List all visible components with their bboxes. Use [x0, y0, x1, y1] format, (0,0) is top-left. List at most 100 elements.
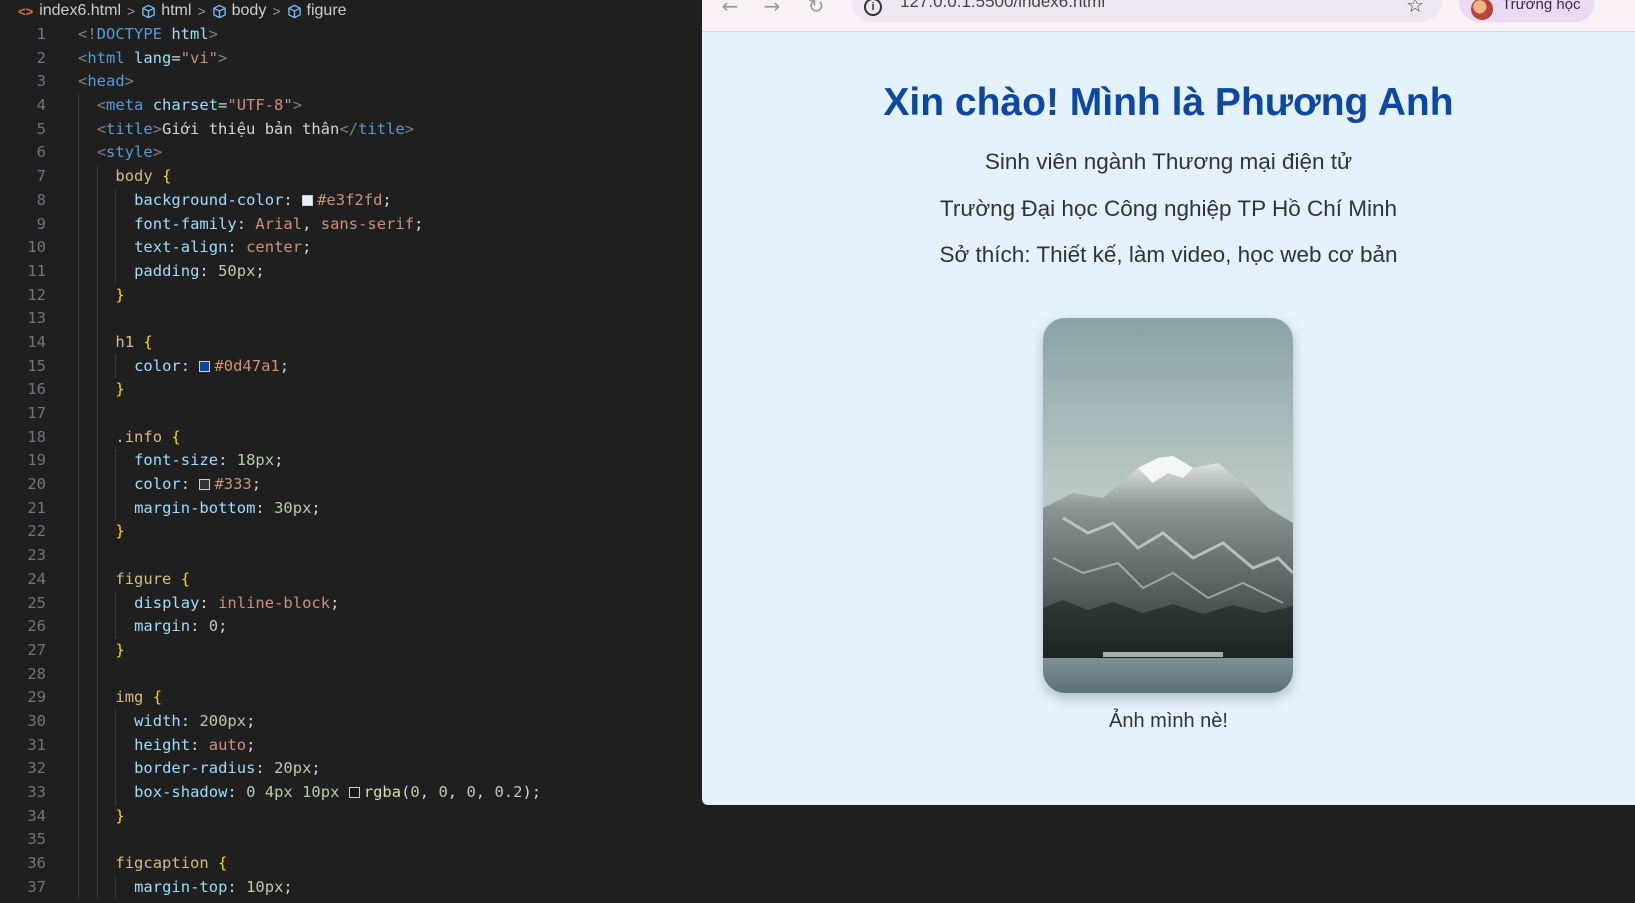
code-text: <html lang="vi"> [78, 47, 227, 71]
code-text: } [115, 378, 124, 402]
forward-arrow-icon[interactable]: → [760, 0, 784, 18]
code-token: < [96, 143, 107, 162]
code-line[interactable]: 9 font-family: Arial, sans-serif; [0, 212, 702, 237]
code-line[interactable]: 20 color: #333; [0, 473, 702, 497]
code-text: box-shadow: 0 4px 10px rgba(0, 0, 0, 0.2… [134, 781, 541, 805]
code-line[interactable]: 24 figure { [0, 567, 702, 592]
code-editor[interactable]: <> index6.html > html > body > figure 1 <… [0, 0, 702, 903]
code-token: } [115, 640, 125, 659]
back-arrow-icon[interactable]: ← [718, 0, 742, 18]
code-line[interactable]: 27} [0, 638, 702, 663]
code-line[interactable]: 34} [0, 804, 702, 829]
line-number: 24 [27, 569, 46, 588]
color-swatch[interactable] [302, 194, 314, 206]
code-text: h1 { [115, 331, 152, 355]
code-line[interactable]: 16} [0, 378, 702, 402]
code-token: : [199, 593, 219, 612]
code-line[interactable]: 35 [0, 828, 702, 853]
code-area[interactable]: 1 <!DOCTYPE html> 2 <html lang="vi"> 3 <head>… [0, 23, 702, 900]
code-token: Giới thiệu bản thân [162, 119, 340, 138]
indent-guide [115, 259, 117, 284]
browser-toolbar: ← → ↻ i 127.0.0.1:5500/index6.html ☆ Trư… [702, 0, 1635, 32]
indent-guide [115, 733, 117, 758]
address-bar[interactable]: i 127.0.0.1:5500/index6.html ☆ [852, 0, 1442, 22]
symbol-element-icon [287, 4, 301, 18]
code-line[interactable]: 36 figcaption { [0, 852, 702, 876]
code-line[interactable]: 15 color: #0d47a1; [0, 354, 702, 379]
code-line[interactable]: 30 width: 200px; [0, 709, 702, 734]
code-line[interactable]: 7 body { [0, 165, 702, 189]
code-token: , [419, 783, 439, 801]
code-line[interactable]: 3 <head> [0, 70, 702, 94]
breadcrumb-figure[interactable]: figure [287, 2, 347, 20]
code-line[interactable]: 23 [0, 544, 702, 568]
code-line[interactable]: 5 <title>Giới thiệu bản thân</title> [0, 117, 702, 142]
code-line[interactable]: 26 margin: 0; [0, 615, 702, 639]
breadcrumb-file[interactable]: <> index6.html [18, 2, 121, 20]
code-line[interactable]: 10 text-align: center; [0, 236, 702, 260]
url-text[interactable]: 127.0.0.1:5500/index6.html [900, 0, 1105, 12]
code-line[interactable]: 22} [0, 520, 702, 545]
line-number: 2 [36, 48, 46, 67]
code-text: font-family: Arial, sans-serif; [134, 213, 423, 237]
color-swatch[interactable] [199, 479, 211, 491]
indent-guide [78, 307, 79, 331]
code-line[interactable]: 2 <html lang="vi"> [0, 47, 702, 71]
code-line[interactable]: 25 display: inline-block; [0, 591, 702, 616]
code-line[interactable]: 19 font-size: 18px; [0, 449, 702, 474]
code-token: { [171, 427, 181, 446]
code-token: text-align [134, 238, 228, 257]
line-number: 1 [36, 25, 46, 43]
code-line[interactable]: 14 h1 { [0, 330, 702, 355]
code-token: color [134, 475, 181, 494]
code-token: auto [208, 735, 247, 754]
code-token: center [246, 238, 303, 257]
code-line[interactable]: 31 height: auto; [0, 733, 702, 758]
indent-guide [115, 781, 117, 805]
indent-guide [78, 330, 79, 355]
code-token: "UTF-8" [227, 96, 293, 115]
code-token: : [255, 759, 275, 778]
indent-guide [96, 212, 98, 237]
code-line[interactable]: 6 <style> [0, 141, 702, 166]
line-number: 28 [27, 664, 46, 683]
line-number: 25 [27, 593, 46, 612]
code-line[interactable]: 37 margin-top: 10px; [0, 875, 702, 900]
reload-icon[interactable]: ↻ [804, 0, 828, 18]
code-token: } [115, 380, 125, 399]
code-line[interactable]: 28 [0, 662, 702, 687]
profile-chip[interactable]: Trường học [1459, 0, 1595, 22]
color-swatch[interactable] [348, 787, 360, 798]
line-number: 37 [27, 877, 46, 896]
bookmark-star-icon[interactable]: ☆ [1406, 0, 1424, 17]
code-line[interactable]: 32 border-radius: 20px; [0, 757, 702, 781]
code-line[interactable]: 12} [0, 283, 702, 308]
code-line[interactable]: 17 [0, 402, 702, 426]
code-line[interactable]: 1 <!DOCTYPE html> [0, 23, 702, 47]
code-text: margin-bottom: 30px; [134, 497, 321, 521]
code-line[interactable]: 4 <meta charset="UTF-8"> [0, 94, 702, 118]
code-token: : [199, 261, 219, 280]
indent-guide [96, 236, 98, 260]
chevron-right-icon: > [127, 3, 136, 19]
code-line[interactable]: 8 background-color: #e3f2fd; [0, 188, 702, 213]
code-line[interactable]: 13 [0, 307, 702, 331]
line-number: 16 [27, 380, 46, 399]
code-line[interactable]: 33 box-shadow: 0 4px 10px rgba(0, 0, 0, 0… [0, 781, 702, 805]
indent-guide [96, 615, 98, 639]
code-line[interactable]: 11 padding: 50px; [0, 259, 702, 284]
code-line[interactable]: 29 img { [0, 686, 702, 710]
breadcrumb-body[interactable]: body [212, 2, 266, 20]
code-token: "vi" [180, 48, 219, 67]
line-number: 26 [27, 617, 46, 636]
code-line[interactable]: 18 .info { [0, 425, 702, 450]
color-swatch[interactable] [199, 360, 211, 372]
site-info-icon[interactable]: i [864, 0, 882, 16]
breadcrumb-html[interactable]: html [141, 2, 191, 20]
code-token: : [180, 711, 200, 730]
code-token: rgba [363, 783, 402, 801]
code-token: html [171, 25, 209, 43]
browser-window: ← → ↻ i 127.0.0.1:5500/index6.html ☆ Trư… [702, 0, 1635, 805]
indent-guide [96, 425, 98, 450]
code-line[interactable]: 21 margin-bottom: 30px; [0, 496, 702, 521]
